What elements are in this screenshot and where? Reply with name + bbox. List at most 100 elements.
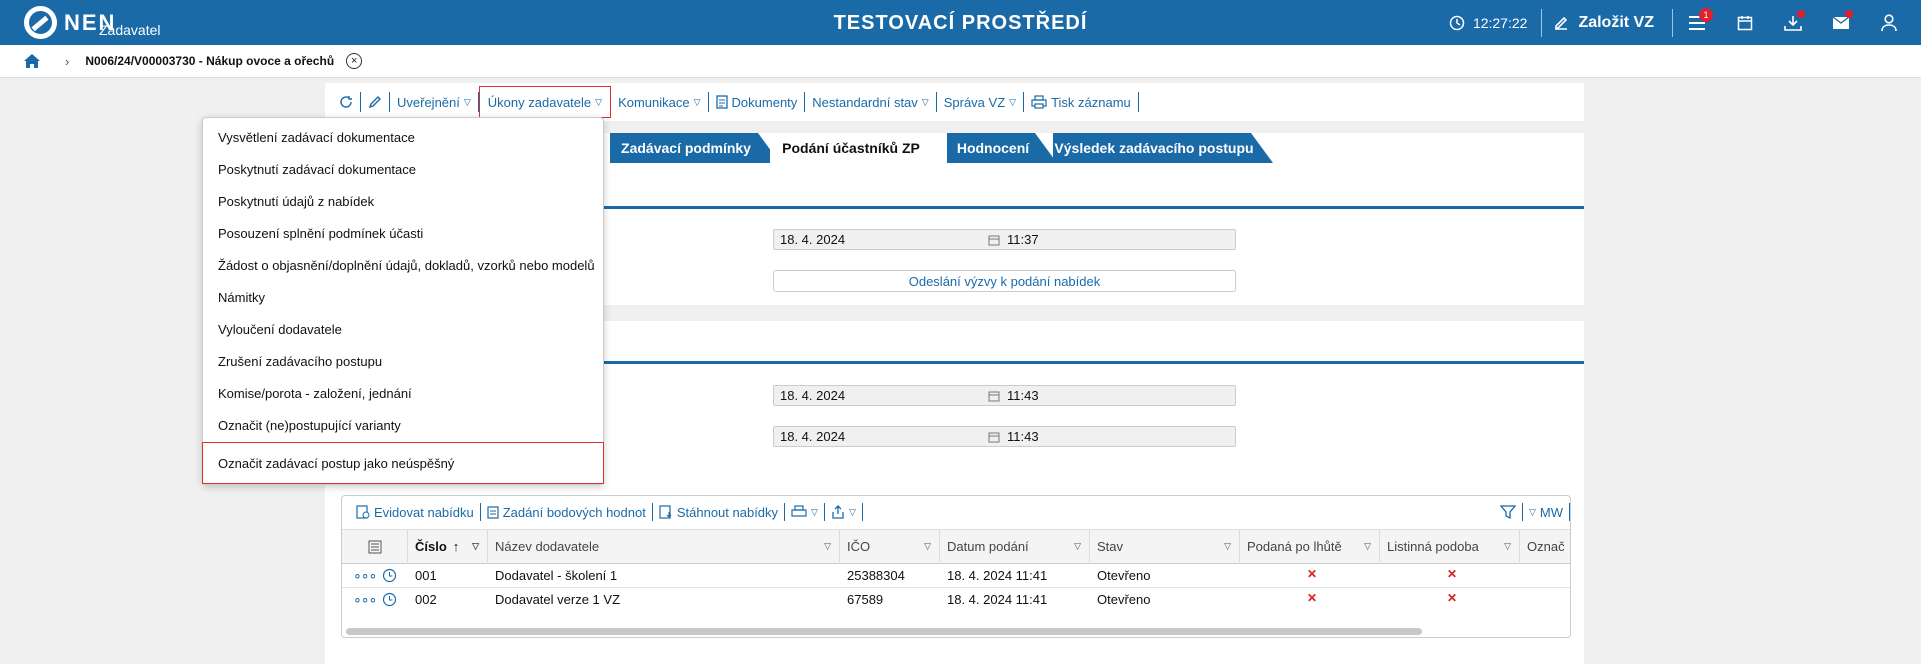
late-cross-icon: ✕ (1307, 566, 1318, 581)
menu-item-objections[interactable]: Námitky (203, 282, 605, 312)
deadline-field[interactable]: 18. 4. 2024 11:43 (773, 385, 1236, 406)
column-paper[interactable]: Listinná podoba ▽ (1380, 529, 1520, 564)
row-status: Otevřeno (1097, 568, 1151, 583)
more-icon[interactable]: ∘∘∘ (353, 591, 377, 608)
download-button[interactable] (1769, 0, 1817, 45)
filter-button[interactable] (1494, 503, 1523, 521)
paper-cross-icon: ✕ (1447, 566, 1458, 581)
deadline-date-value: 18. 4. 2024 (780, 388, 846, 403)
download-offers-button[interactable]: Stáhnout nabídky (653, 503, 786, 521)
refresh-icon (340, 96, 352, 108)
tab-participant-submissions[interactable]: Podání účastníků ZP (770, 133, 950, 163)
mw-label: MW (1539, 504, 1563, 520)
column-filter-icon[interactable]: ▽ (1224, 541, 1231, 552)
menu-item-cancel-procedure[interactable]: Zrušení zadávacího postupu (203, 346, 605, 376)
column-ico[interactable]: IČO ▽ (840, 529, 940, 564)
column-filter-icon[interactable]: ▽ (1074, 541, 1081, 552)
more-icon[interactable]: ∘∘∘ (353, 567, 377, 584)
menu-item-clarification-request[interactable]: Žádost o objasnění/doplnění údajů, dokla… (203, 250, 605, 280)
start-date-field[interactable]: 18. 4. 2024 11:37 (773, 229, 1236, 250)
home-icon[interactable] (23, 53, 41, 69)
column-supplier-name[interactable]: Název dodavatele ▽ (488, 529, 840, 564)
menu-item-exclude-supplier[interactable]: Vyloučení dodavatele (203, 314, 605, 344)
mw-menu-button[interactable]: ▽ MW (1523, 503, 1570, 521)
column-filter-icon[interactable]: ▽ (924, 541, 931, 552)
column-filter-icon[interactable]: ▽ (824, 541, 831, 552)
printer-icon (791, 505, 807, 517)
toolbar-nonstandard-state[interactable]: Nestandardní stav ▽ (805, 92, 937, 112)
register-offer-button[interactable]: Evidovat nabídku (350, 503, 481, 521)
menu-item-provide-offer-data[interactable]: Poskytnutí údajů z nabídek (203, 186, 605, 216)
edit-button[interactable] (361, 92, 390, 112)
row-actions[interactable]: ∘∘∘ (346, 589, 406, 610)
close-icon[interactable]: × (346, 53, 363, 69)
score-entry-button[interactable]: Zadání bodových hodnot (481, 503, 653, 521)
column-status[interactable]: Stav ▽ (1090, 529, 1240, 564)
menu-item-mark-unsuccessful[interactable]: Označit zadávací postup jako neúspěšný (202, 442, 604, 484)
print-menu-button[interactable]: ▽ (785, 503, 825, 521)
paper-cross-icon: ✕ (1447, 590, 1458, 605)
history-icon[interactable] (382, 592, 397, 607)
start-date-value: 18. 4. 2024 (780, 232, 846, 247)
menu-item-mark-variants[interactable]: Označit (ne)postupující varianty (203, 410, 605, 440)
calendar-button[interactable] (1721, 0, 1769, 45)
dropdown-triangle-icon: ▽ (595, 96, 603, 107)
toolbar-communication[interactable]: Komunikace ▽ (611, 92, 709, 112)
row-ico: 67589 (847, 592, 884, 607)
column-late[interactable]: Podaná po lhůtě ▽ (1240, 529, 1380, 564)
tab-procedure-result[interactable]: Výsledek zadávacího postupu (1053, 133, 1273, 163)
toolbar-publication-label: Uveřejnění (397, 94, 460, 110)
toolbar-documents[interactable]: Dokumenty (709, 92, 806, 112)
user-button[interactable] (1865, 0, 1913, 45)
column-number-label: Číslo (415, 539, 447, 554)
column-number[interactable]: Číslo ↑ ▽ (408, 529, 488, 564)
toolbar-contracting-actions-label: Úkony zadavatele (487, 94, 592, 110)
toolbar-publication[interactable]: Uveřejnění ▽ (390, 92, 479, 112)
send-invitation-button[interactable]: Odeslání výzvy k podání nabídek (773, 270, 1236, 292)
toolbar-print[interactable]: Tisk záznamu (1024, 92, 1139, 112)
menu-button[interactable]: 1 (1673, 0, 1721, 45)
toolbar-vz-management-label: Správa VZ (943, 94, 1006, 110)
document-icon (715, 95, 728, 109)
tab-evaluation[interactable]: Hodnocení (947, 133, 1057, 163)
opening-time-value: 11:43 (1007, 429, 1039, 444)
column-submission-date[interactable]: Datum podání ▽ (940, 529, 1090, 564)
column-paper-label: Listinná podoba (1387, 539, 1479, 554)
column-filter-icon[interactable]: ▽ (472, 541, 479, 552)
deadline-time-value: 11:43 (1007, 388, 1039, 403)
calendar-icon (988, 432, 1000, 442)
row-status: Otevřeno (1097, 592, 1151, 607)
late-cross-icon: ✕ (1307, 590, 1318, 605)
messages-button[interactable] (1817, 0, 1865, 45)
column-settings-header[interactable] (342, 529, 408, 564)
history-icon[interactable] (382, 568, 397, 583)
register-offer-label: Evidovat nabídku (374, 504, 474, 520)
menu-item-clarification[interactable]: Vysvětlení zadávací dokumentace (203, 122, 605, 152)
dropdown-triangle-icon: ▽ (1528, 506, 1536, 517)
start-time-value: 11:37 (1007, 232, 1039, 247)
export-menu-button[interactable]: ▽ (825, 503, 863, 521)
row-date: 18. 4. 2024 11:41 (947, 592, 1048, 607)
column-mark-label: Označ (1527, 539, 1565, 554)
session-clock: 12:27:22 (1435, 8, 1543, 37)
menu-item-committee[interactable]: Komise/porota - založení, jednání (203, 378, 605, 408)
column-mark[interactable]: Označ (1520, 529, 1570, 564)
toolbar-vz-management[interactable]: Správa VZ ▽ (937, 92, 1025, 112)
toolbar-communication-label: Komunikace (618, 94, 690, 110)
menu-item-provide-documentation[interactable]: Poskytnutí zadávací dokumentace (203, 154, 605, 184)
opening-field[interactable]: 18. 4. 2024 11:43 (773, 426, 1236, 447)
chevron-right-icon: › (65, 53, 70, 69)
create-vz-label: Založit VZ (1578, 13, 1654, 31)
column-filter-icon[interactable]: ▽ (1364, 541, 1371, 552)
menu-item-qualification-assessment[interactable]: Posouzení splnění podmínek účasti (203, 218, 605, 248)
top-right-actions: 12:27:22 Založit VZ 1 (1435, 0, 1921, 45)
tab-tender-conditions[interactable]: Zadávací podmínky (610, 133, 780, 163)
horizontal-scrollbar[interactable] (346, 628, 1422, 635)
column-filter-icon[interactable]: ▽ (1504, 541, 1511, 552)
refresh-button[interactable] (332, 92, 361, 112)
toolbar-contracting-actions[interactable]: Úkony zadavatele ▽ (478, 86, 612, 118)
breadcrumb-title[interactable]: N006/24/V00003730 - Nákup ovoce a ořechů (85, 54, 334, 68)
row-actions[interactable]: ∘∘∘ (346, 565, 406, 586)
clipboard-icon (487, 506, 499, 519)
create-vz-button[interactable]: Založit VZ (1542, 8, 1673, 37)
